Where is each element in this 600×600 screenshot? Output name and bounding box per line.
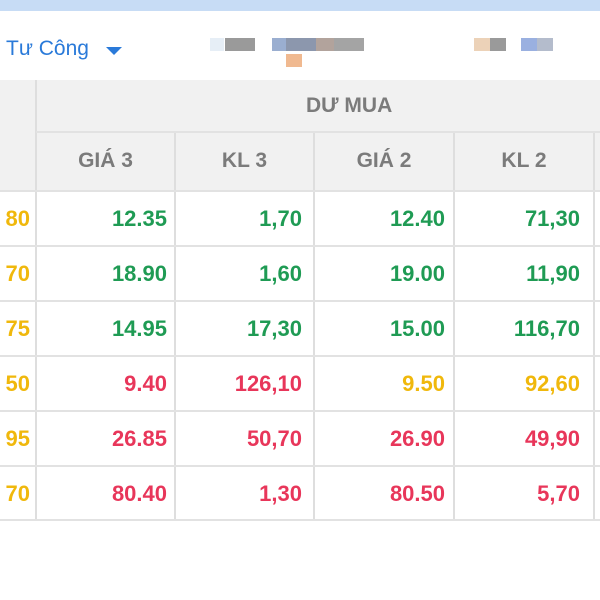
group-header-label: DƯ MUA [306,94,393,117]
prev-column-value: 50 [5,371,30,396]
prev-column-value: 75 [5,316,30,341]
cell-kl-2: 116,70 [513,316,580,341]
cell-gia-3: 12.35 [111,206,167,231]
prev-column-value: 70 [5,481,30,506]
cell-kl-3: 1,60 [259,261,302,286]
grid-line [0,300,600,302]
cell-kl-2: 5,70 [537,481,580,506]
cell-gia-2: 9.50 [402,371,445,396]
tab-label: Tư Công [6,37,89,60]
grid-line [0,355,600,357]
column-header-label: KL 2 [501,149,547,172]
top-window-strip [0,0,600,11]
cell-gia-2: 26.90 [389,426,445,451]
cell-gia-3: 9.40 [124,371,167,396]
prev-column-value: 70 [5,261,30,286]
cell-gia-2: 12.40 [389,206,445,231]
grid-line [0,519,600,521]
grid-line [0,465,600,467]
column-header-label: GIÁ 3 [78,149,133,172]
cell-gia-2: 15.00 [389,316,445,341]
left-header-cell [0,80,36,190]
cell-kl-3: 50,70 [246,426,302,451]
cell-gia-3: 18.90 [111,261,167,286]
prev-column-value: 95 [5,426,30,451]
cell-kl-2: 71,30 [524,206,580,231]
grid-line [0,245,600,247]
cell-kl-2: 11,90 [526,261,580,286]
group-header-du-mua: DƯ MUA [36,80,600,132]
column-header-label: KL 3 [221,149,268,172]
cell-kl-2: 49,90 [524,426,580,451]
cell-gia-2: 80.50 [389,481,445,506]
cell-gia-3: 26.85 [111,426,167,451]
tab-tu-cong[interactable]: Tư Công [0,29,122,69]
cell-kl-3: 1,70 [259,206,302,231]
cell-gia-3: 14.95 [111,316,167,341]
tab-bar: Tư Công [0,11,600,86]
column-header-gia-3[interactable]: GIÁ 3 [36,132,175,190]
cell-kl-3: 1,30 [259,481,302,506]
column-header-gia-2[interactable]: GIÁ 2 [314,132,454,190]
cell-kl-3: 17,30 [246,316,302,341]
grid-line [36,131,600,133]
grid-line [0,190,600,192]
prev-column-value: 80 [5,206,30,231]
cell-gia-3: 80.40 [111,481,167,506]
grid-line [0,410,600,412]
column-header-label: GIÁ 2 [356,149,412,172]
column-header-kl-2[interactable]: KL 2 [454,132,594,190]
cell-gia-2: 19.00 [389,261,445,286]
column-header-kl-3[interactable]: KL 3 [175,132,314,190]
cell-kl-2: 92,60 [524,371,580,396]
cell-kl-3: 126,10 [234,371,302,396]
chevron-down-icon[interactable] [105,46,122,55]
